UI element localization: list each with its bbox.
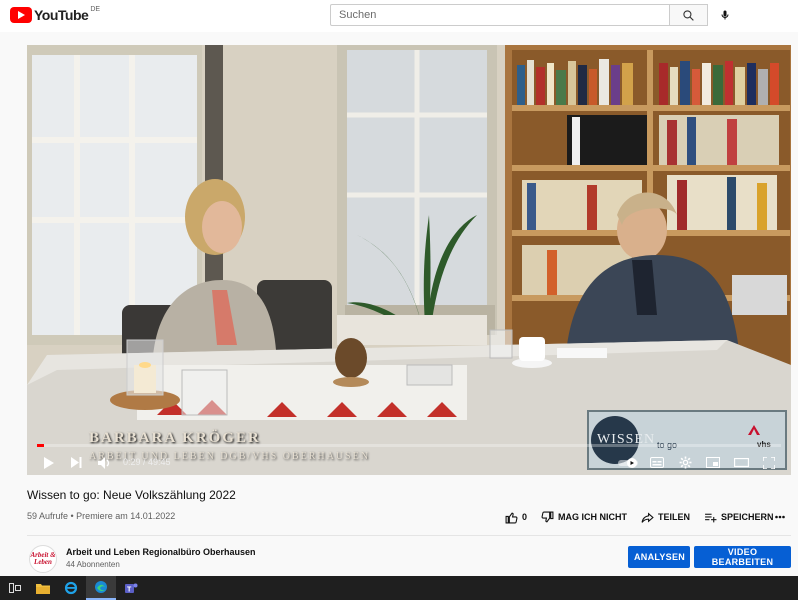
avatar-line-2: Leben xyxy=(34,558,52,566)
channel-avatar-logo: Arbeit & Leben xyxy=(30,552,55,566)
internet-explorer-icon xyxy=(64,581,78,595)
video-player[interactable]: BARBARA KRÖGER ARBEIT UND LEBEN DGB/VHS … xyxy=(27,45,791,475)
share-label: TEILEN xyxy=(658,512,691,522)
search-icon xyxy=(683,9,694,21)
video-meta: 59 Aufrufe • Premiere am 14.01.2022 xyxy=(27,511,176,521)
search-button[interactable] xyxy=(670,4,708,26)
like-button[interactable]: 0 xyxy=(505,511,527,524)
fullscreen-button[interactable] xyxy=(759,454,779,471)
more-actions-button[interactable] xyxy=(773,508,787,526)
miniplayer-button[interactable] xyxy=(703,454,723,471)
autoplay-toggle[interactable] xyxy=(617,454,639,471)
logo-text: YouTube xyxy=(34,7,89,23)
youtube-logo[interactable]: YouTube DE xyxy=(10,5,101,23)
autoplay-toggle-icon xyxy=(618,457,638,468)
svg-text:T: T xyxy=(127,587,132,594)
video-actions: 0 MAG ICH NICHT TEILEN SPEICHERN xyxy=(505,508,788,526)
video-title: Wissen to go: Neue Volkszählung 2022 xyxy=(27,488,236,502)
edge-icon xyxy=(95,581,107,593)
divider xyxy=(27,535,791,536)
channel-name[interactable]: Arbeit und Leben Regionalbüro Oberhausen xyxy=(66,547,256,557)
thumbs-down-icon xyxy=(541,511,554,522)
edge-button[interactable] xyxy=(86,576,116,600)
next-button[interactable] xyxy=(67,454,85,471)
thumbs-up-icon xyxy=(505,512,518,523)
channel-avatar[interactable]: Arbeit & Leben xyxy=(29,545,57,573)
play-icon xyxy=(43,456,54,469)
gear-icon xyxy=(679,456,691,469)
fullscreen-icon xyxy=(763,456,775,469)
miniplayer-icon xyxy=(706,457,720,468)
file-explorer-button[interactable] xyxy=(28,576,58,600)
subscriber-count: 44 Abonnenten xyxy=(66,560,120,569)
vhs-logo-icon xyxy=(748,425,760,435)
progress-bar-played xyxy=(37,444,45,447)
teams-icon: T xyxy=(125,583,138,594)
progress-bar[interactable] xyxy=(37,444,781,447)
subtitles-button[interactable] xyxy=(647,454,667,471)
microphone-icon xyxy=(721,10,729,20)
volume-button[interactable] xyxy=(95,454,115,471)
player-controls: 0:29 / 49:45 xyxy=(27,450,791,475)
settings-button[interactable] xyxy=(675,454,695,471)
youtube-play-logo-icon xyxy=(10,7,32,23)
edit-video-button[interactable]: VIDEO BEARBEITEN xyxy=(694,546,791,568)
search-input[interactable] xyxy=(331,5,669,25)
task-view-button[interactable] xyxy=(0,576,30,600)
play-button[interactable] xyxy=(39,454,57,471)
task-view-icon xyxy=(9,583,21,593)
dislike-label: MAG ICH NICHT xyxy=(558,512,628,522)
top-bar: YouTube DE xyxy=(0,0,798,32)
internet-explorer-button[interactable] xyxy=(56,576,86,600)
time-display: 0:29 / 49:45 xyxy=(123,457,171,467)
analytics-button[interactable]: ANALYSEN xyxy=(628,546,690,568)
playlist-add-icon xyxy=(705,513,717,522)
voice-search-button[interactable] xyxy=(714,4,736,26)
save-button[interactable]: SPEICHERN xyxy=(704,511,774,524)
volume-icon xyxy=(98,456,110,469)
more-horizontal-icon xyxy=(775,515,785,519)
save-label: SPEICHERN xyxy=(721,512,774,522)
dislike-button[interactable]: MAG ICH NICHT xyxy=(541,511,627,524)
file-explorer-icon xyxy=(36,583,50,594)
teams-button[interactable]: T xyxy=(116,576,146,600)
country-code: DE xyxy=(90,5,101,13)
subtitles-icon xyxy=(650,457,664,468)
share-icon xyxy=(641,512,654,523)
windows-taskbar: T xyxy=(0,576,798,600)
like-count: 0 xyxy=(522,512,528,522)
share-button[interactable]: TEILEN xyxy=(641,511,690,524)
skip-next-icon xyxy=(70,457,81,468)
search-box[interactable] xyxy=(330,4,670,26)
theater-mode-icon xyxy=(733,458,749,467)
theater-mode-button[interactable] xyxy=(731,454,751,471)
